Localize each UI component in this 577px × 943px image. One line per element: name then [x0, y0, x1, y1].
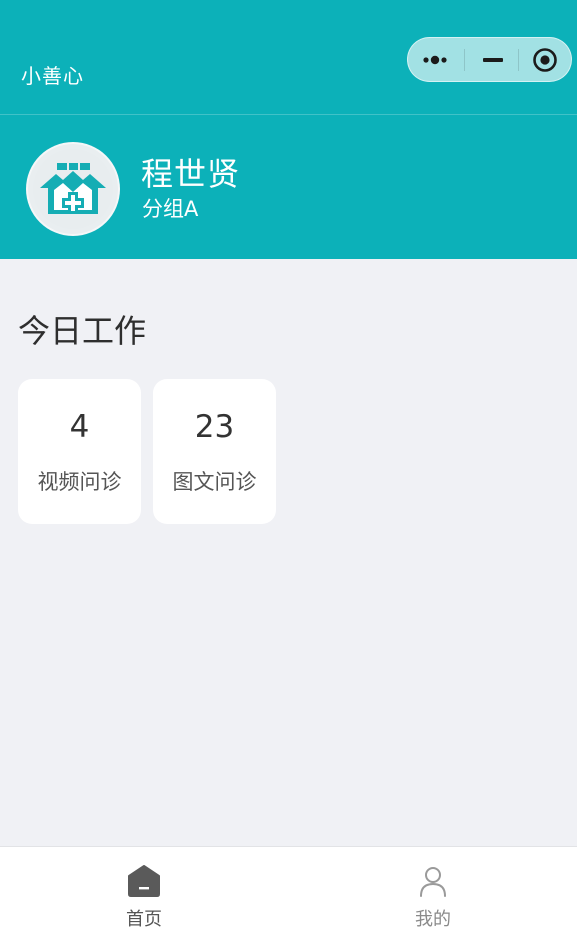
- hospital-icon: [33, 149, 113, 229]
- group-label: 分组A: [142, 197, 199, 221]
- video-consult-label: 视频问诊: [37, 470, 122, 494]
- tab-mine-label: 我的: [415, 909, 451, 930]
- minimize-button[interactable]: [465, 38, 520, 81]
- minimize-icon: [482, 57, 503, 62]
- home-icon: [128, 865, 160, 897]
- today-work-title: 今日工作: [18, 312, 147, 350]
- close-circle-icon: [533, 47, 557, 72]
- doctor-name: 程世贤: [141, 155, 241, 193]
- close-button[interactable]: [518, 38, 572, 81]
- mini-program-capsule: [407, 37, 572, 82]
- video-consult-card[interactable]: 4 视频问诊: [18, 379, 141, 524]
- tab-bar: 首页 我的: [0, 846, 577, 943]
- more-dots-icon: [423, 55, 447, 64]
- header-banner: 小善心 程世贤 分组A: [0, 0, 577, 259]
- navigation-bar: 小善心: [0, 0, 577, 115]
- more-button[interactable]: [408, 38, 464, 81]
- video-consult-count: 4: [69, 409, 90, 445]
- tab-mine[interactable]: 我的: [289, 847, 577, 943]
- text-consult-card[interactable]: 23 图文问诊: [153, 379, 276, 524]
- text-consult-label: 图文问诊: [172, 470, 257, 494]
- text-consult-count: 23: [194, 409, 235, 445]
- tab-home[interactable]: 首页: [0, 847, 288, 943]
- avatar[interactable]: [26, 142, 120, 236]
- app-title: 小善心: [21, 64, 84, 88]
- user-icon: [420, 867, 446, 897]
- tab-home-label: 首页: [126, 909, 162, 930]
